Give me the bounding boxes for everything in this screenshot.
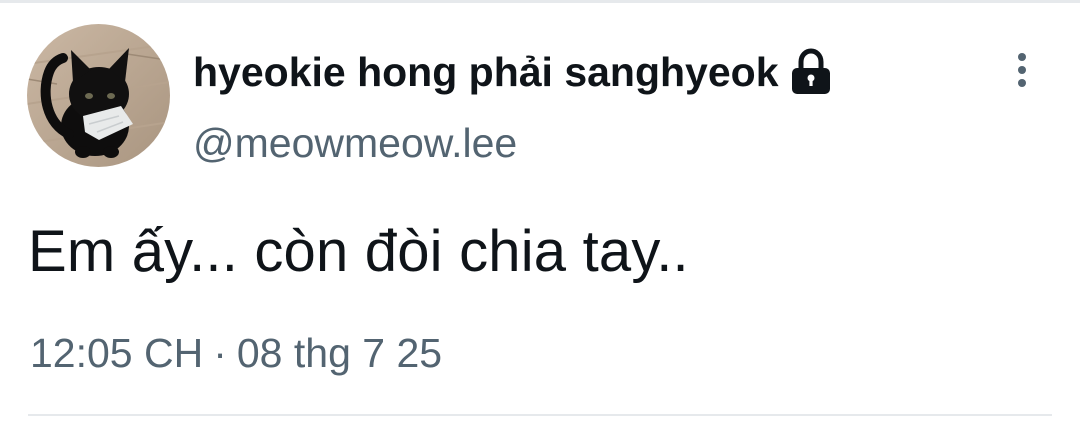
black-cat-avatar-image <box>27 24 170 167</box>
more-vertical-icon-dot <box>1018 66 1026 74</box>
tweet-date: 08 thg 7 25 <box>236 330 443 376</box>
avatar[interactable] <box>27 24 170 167</box>
display-name[interactable]: hyeokie hong phải sanghyeok <box>193 49 779 96</box>
more-options-button[interactable] <box>998 46 1046 94</box>
tweet-timestamp[interactable]: 12:05 CH · 08 thg 7 25 <box>30 330 442 377</box>
tweet-text: Em ấy... còn đòi chia tay.. <box>28 219 689 284</box>
more-vertical-icon <box>1018 53 1026 61</box>
tweet: hyeokie hong phải sanghyeok @meowmeow.le… <box>0 0 1080 428</box>
display-name-row: hyeokie hong phải sanghyeok <box>193 44 835 100</box>
tweet-time: 12:05 CH <box>30 330 204 376</box>
user-handle[interactable]: @meowmeow.lee <box>193 120 517 167</box>
more-vertical-icon-dot <box>1018 79 1026 87</box>
meta-separator: · <box>213 330 227 376</box>
bottom-divider <box>28 414 1052 416</box>
lock-icon <box>787 47 835 97</box>
